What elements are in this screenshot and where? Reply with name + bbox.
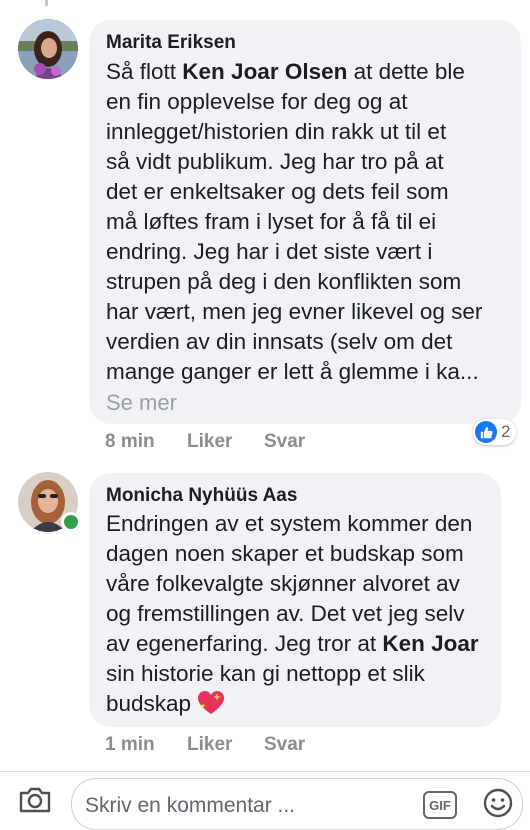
mention-link[interactable]: Ken Joar (382, 631, 478, 656)
like-button[interactable]: Liker (187, 431, 232, 453)
avatar[interactable] (18, 19, 78, 79)
online-status-indicator (61, 512, 81, 532)
gif-button[interactable]: GIF (423, 791, 457, 819)
reaction-summary[interactable]: 2 (473, 419, 517, 445)
comment-input-placeholder: Skriv en kommentar ... (85, 794, 296, 817)
comment-input[interactable]: Skriv en kommentar ... GIF (71, 778, 523, 830)
comment-author[interactable]: Monicha Nyhüüs Aas (106, 485, 297, 507)
like-button[interactable]: Liker (187, 734, 232, 756)
comment-text: Så flott Ken Joar Olsen at dette ble en … (106, 59, 483, 384)
comment-text: Endringen av et system kommer den dagen … (106, 509, 487, 724)
reply-button[interactable]: Svar (264, 431, 305, 453)
composer-divider (0, 771, 530, 772)
see-more-link[interactable]: Se mer (106, 390, 177, 416)
comment-time[interactable]: 8 min (105, 431, 155, 453)
reaction-count: 2 (501, 422, 511, 441)
comment-bubble: Monicha Nyhüüs Aas Endringen av et syste… (89, 473, 501, 727)
comment-time[interactable]: 1 min (105, 734, 155, 756)
thumbs-up-icon (475, 421, 497, 443)
comment-author[interactable]: Marita Eriksen (106, 32, 236, 54)
smiley-icon[interactable] (482, 787, 514, 824)
reply-button[interactable]: Svar (264, 734, 305, 756)
thread-line (45, 0, 48, 6)
comment-bubble: Marita Eriksen Så flott Ken Joar Olsen a… (89, 20, 521, 424)
mention-link[interactable]: Ken Joar Olsen (182, 59, 347, 84)
sparkling-heart-icon (197, 690, 225, 724)
camera-icon[interactable] (18, 786, 52, 819)
